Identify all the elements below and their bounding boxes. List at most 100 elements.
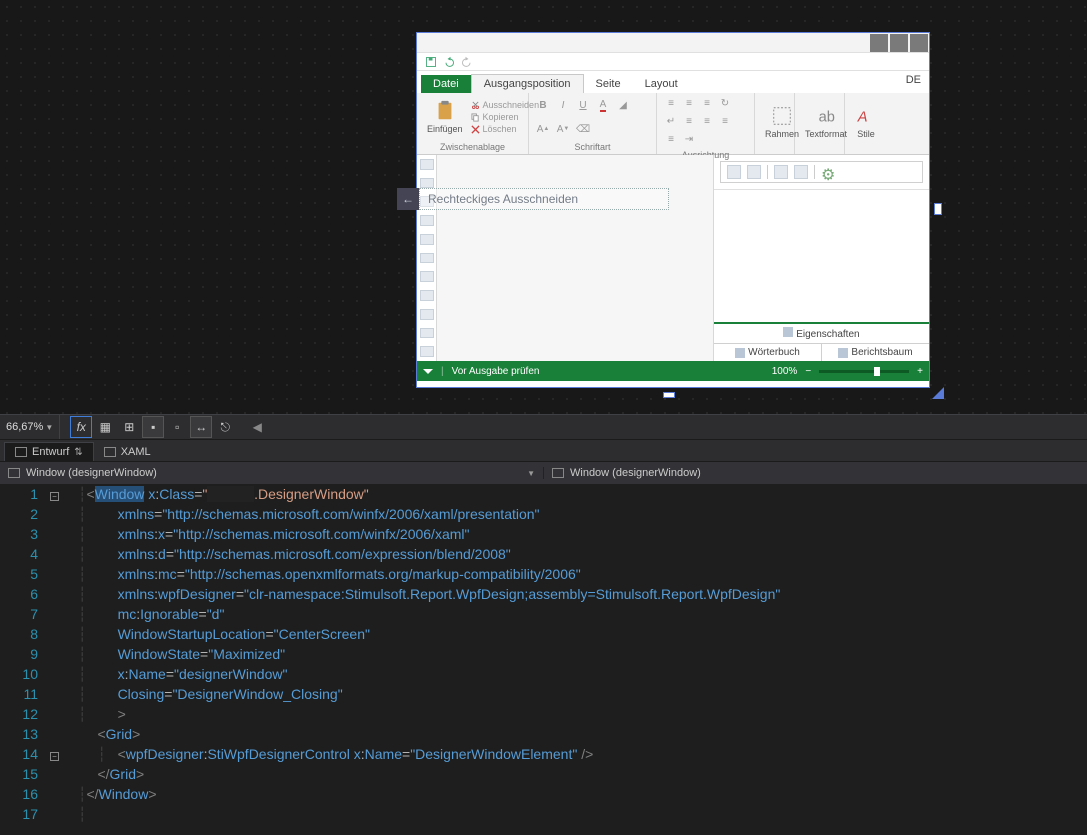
zoom-in-button[interactable]: + <box>917 366 923 377</box>
designer-window-preview: Datei Ausgangsposition Seite Layout DE E… <box>416 32 930 388</box>
design-tab[interactable]: Entwurf ⇅ <box>4 442 94 461</box>
zoom-combobox[interactable]: 66,67%▼ <box>4 415 60 439</box>
clipboard-icon <box>434 100 456 122</box>
tool-chart[interactable] <box>420 271 434 282</box>
status-menu-caret-icon[interactable] <box>423 369 433 374</box>
folding-gutter[interactable]: − − <box>50 484 78 835</box>
code-content[interactable]: ┆<Window x:Class=" .DesignerWindow" ┆ xm… <box>78 484 1087 835</box>
xaml-editor[interactable]: 1234567891011121314151617 − − ┆<Window x… <box>0 484 1087 835</box>
tool-barcode[interactable] <box>420 215 434 226</box>
scissors-icon <box>471 101 480 110</box>
zoom-value[interactable]: 100% <box>772 366 798 377</box>
chevron-down-icon[interactable]: ▼ <box>527 469 535 478</box>
snip-mode-label[interactable]: Rechteckiges Ausschneiden <box>419 188 669 210</box>
dictionary-tab[interactable]: Wörterbuch <box>714 343 822 361</box>
tool-pointer[interactable] <box>420 159 434 170</box>
tab-home[interactable]: Ausgangsposition <box>471 74 584 93</box>
snipping-overlay: ←Rechteckiges Ausschneiden <box>397 188 669 210</box>
fill-color-button[interactable]: ◢ <box>615 97 631 113</box>
text-icon: ab <box>815 105 837 127</box>
zoom-out-button[interactable]: − <box>805 366 811 377</box>
align-bottom-button[interactable]: ≡ <box>699 95 715 111</box>
breadcrumb-left[interactable]: Window (designerWindow) ▼ <box>0 467 543 479</box>
shrink-font-button[interactable]: A▼ <box>555 121 571 137</box>
resize-handle-corner[interactable] <box>932 387 944 399</box>
tool-shape[interactable] <box>420 234 434 245</box>
wrap-button[interactable]: ↵ <box>663 113 679 129</box>
align-center-button[interactable]: ≡ <box>699 113 715 129</box>
tab-file[interactable]: Datei <box>421 75 471 93</box>
paste-button[interactable]: Einfügen <box>423 98 467 136</box>
snap-grid-button[interactable]: ▫ <box>166 416 188 438</box>
frame-label: Rahmen <box>765 129 799 139</box>
dict-btn-3[interactable] <box>774 165 788 179</box>
borders-icon <box>771 105 793 127</box>
grid-toggle-button[interactable]: ▦ <box>94 416 116 438</box>
tab-page[interactable]: Seite <box>584 75 633 93</box>
align-middle-button[interactable]: ≡ <box>681 95 697 111</box>
zoom-slider[interactable] <box>819 370 909 373</box>
scroll-left-button[interactable]: ◀ <box>246 416 268 438</box>
svg-text:A: A <box>857 110 868 126</box>
indent-button[interactable]: ⇥ <box>681 131 697 147</box>
dictionary-icon <box>735 348 745 358</box>
language-indicator[interactable]: DE <box>906 74 921 86</box>
align-right-button[interactable]: ≡ <box>717 113 733 129</box>
maximize-button[interactable] <box>890 34 908 52</box>
lock-button[interactable]: ⎋ <box>214 416 236 438</box>
element-icon <box>552 468 564 478</box>
xaml-tab[interactable]: XAML <box>94 443 161 461</box>
underline-button[interactable]: U <box>575 97 591 113</box>
design-view-icon <box>15 447 27 457</box>
resize-handle-right[interactable] <box>934 203 942 215</box>
snap-toggle-button[interactable]: ⊞ <box>118 416 140 438</box>
ribbon-body: Einfügen Ausschneiden Kopieren Löschen Z… <box>417 93 929 155</box>
pin-icon[interactable]: ⇅ <box>74 447 82 458</box>
tool-panel[interactable] <box>420 253 434 264</box>
tool-band-1[interactable] <box>420 290 434 301</box>
bold-button[interactable]: B <box>535 97 551 113</box>
properties-tab[interactable]: Eigenschaften <box>714 322 929 343</box>
rotate-button[interactable]: ↻ <box>717 95 733 111</box>
dict-btn-2[interactable] <box>747 165 761 179</box>
properties-icon <box>783 327 793 337</box>
align-top-button[interactable]: ≡ <box>663 95 679 111</box>
dict-btn-5[interactable]: ⚙ <box>821 165 835 179</box>
check-output-button[interactable]: Vor Ausgabe prüfen <box>452 366 540 377</box>
styles-button[interactable]: A Stile <box>851 103 881 141</box>
styles-icon: A <box>855 105 877 127</box>
redo-icon[interactable] <box>461 56 473 68</box>
tool-band-4[interactable] <box>420 346 434 357</box>
delete-x-icon <box>471 125 480 134</box>
show-guides-button[interactable]: ↔ <box>190 416 212 438</box>
align-left-button[interactable]: ≡ <box>681 113 697 129</box>
snip-back-button[interactable]: ← <box>397 188 419 210</box>
line-number-gutter: 1234567891011121314151617 <box>0 484 50 835</box>
right-panel-toolbar: ⚙ <box>720 161 923 183</box>
save-icon[interactable] <box>425 56 437 68</box>
grow-font-button[interactable]: A▲ <box>535 121 551 137</box>
snap-lines-button[interactable]: ▪ <box>142 416 164 438</box>
fx-effects-button[interactable]: fx <box>70 416 92 438</box>
minimize-button[interactable] <box>870 34 888 52</box>
tab-layout[interactable]: Layout <box>633 75 690 93</box>
clear-format-button[interactable]: ⌫ <box>575 121 591 137</box>
font-color-button[interactable]: A <box>595 97 611 113</box>
italic-button[interactable]: I <box>555 97 571 113</box>
breadcrumb-right[interactable]: Window (designerWindow) <box>543 467 1087 479</box>
undo-icon[interactable] <box>443 56 455 68</box>
dict-btn-4[interactable] <box>794 165 808 179</box>
window-titlebar <box>417 33 929 53</box>
clipboard-group-label: Zwischenablage <box>417 141 528 154</box>
justify-button[interactable]: ≡ <box>663 131 679 147</box>
designer-statusbar: | Vor Ausgabe prüfen 100% − + <box>417 361 929 381</box>
report-canvas[interactable] <box>437 155 714 361</box>
tool-text[interactable] <box>420 178 434 189</box>
dict-btn-1[interactable] <box>727 165 741 179</box>
textformat-button[interactable]: ab Textformat <box>801 103 851 141</box>
resize-handle-bottom[interactable] <box>663 392 675 398</box>
report-tree-tab[interactable]: Berichtsbaum <box>822 343 929 361</box>
tool-band-3[interactable] <box>420 328 434 339</box>
close-button[interactable] <box>910 34 928 52</box>
tool-band-2[interactable] <box>420 309 434 320</box>
